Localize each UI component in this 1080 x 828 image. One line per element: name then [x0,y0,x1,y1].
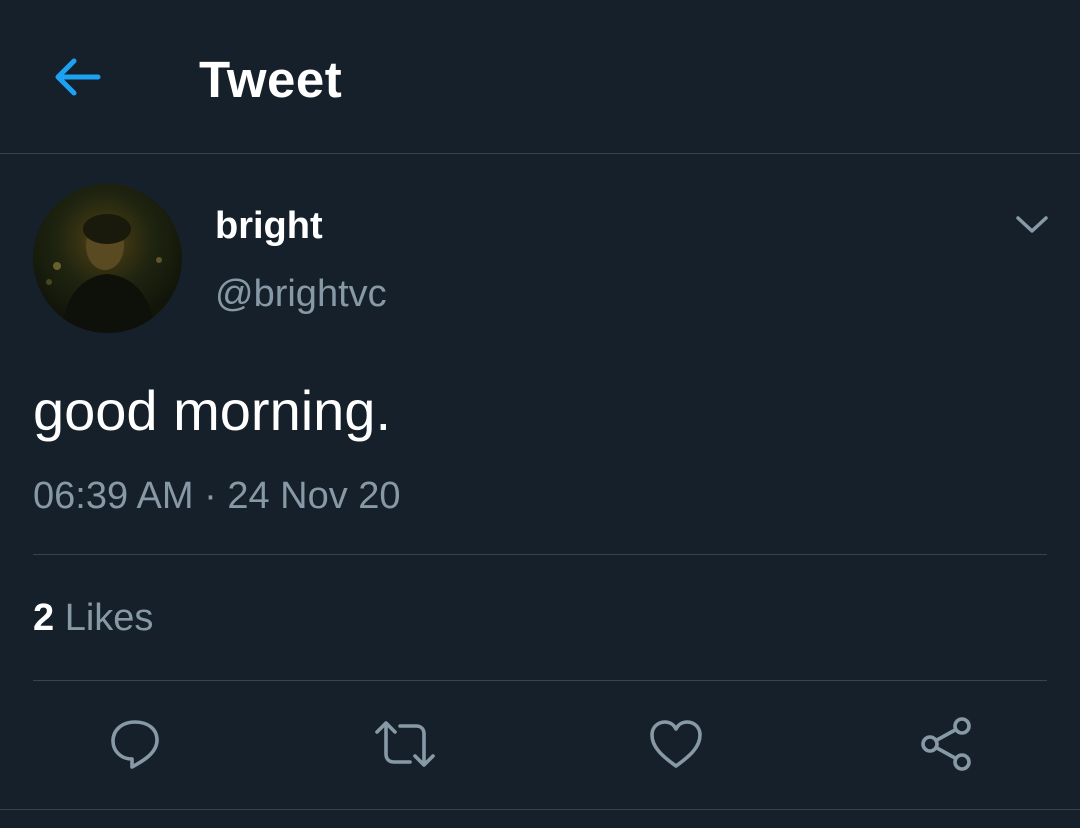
divider [33,554,1047,555]
likes-label: Likes [64,597,154,639]
heart-icon [650,720,702,768]
likes-stat[interactable]: 2 Likes [33,595,153,641]
tweet-text: good morning. [33,379,392,442]
top-bar: Tweet [0,0,1080,154]
avatar-photo [46,214,162,333]
reply-icon [111,720,159,769]
display-name[interactable]: bright [215,202,323,250]
reply-button[interactable] [103,712,167,776]
retweet-button[interactable] [373,712,437,776]
page-title: Tweet [199,51,343,108]
tweet-timestamp[interactable]: 06:39 AM · 24 Nov 20 [33,473,401,519]
chevron-down-icon [1016,216,1048,233]
share-button[interactable] [914,712,978,776]
back-button[interactable] [44,44,110,110]
bottom-divider [0,809,1080,810]
divider [33,680,1047,681]
like-button[interactable] [644,712,708,776]
share-icon [921,717,971,771]
arrow-left-icon [55,58,101,96]
likes-count: 2 [33,597,55,639]
user-handle[interactable]: @brightvc [215,270,387,318]
avatar[interactable] [33,184,182,333]
more-options-button[interactable] [1004,200,1060,250]
retweet-icon [375,721,435,767]
